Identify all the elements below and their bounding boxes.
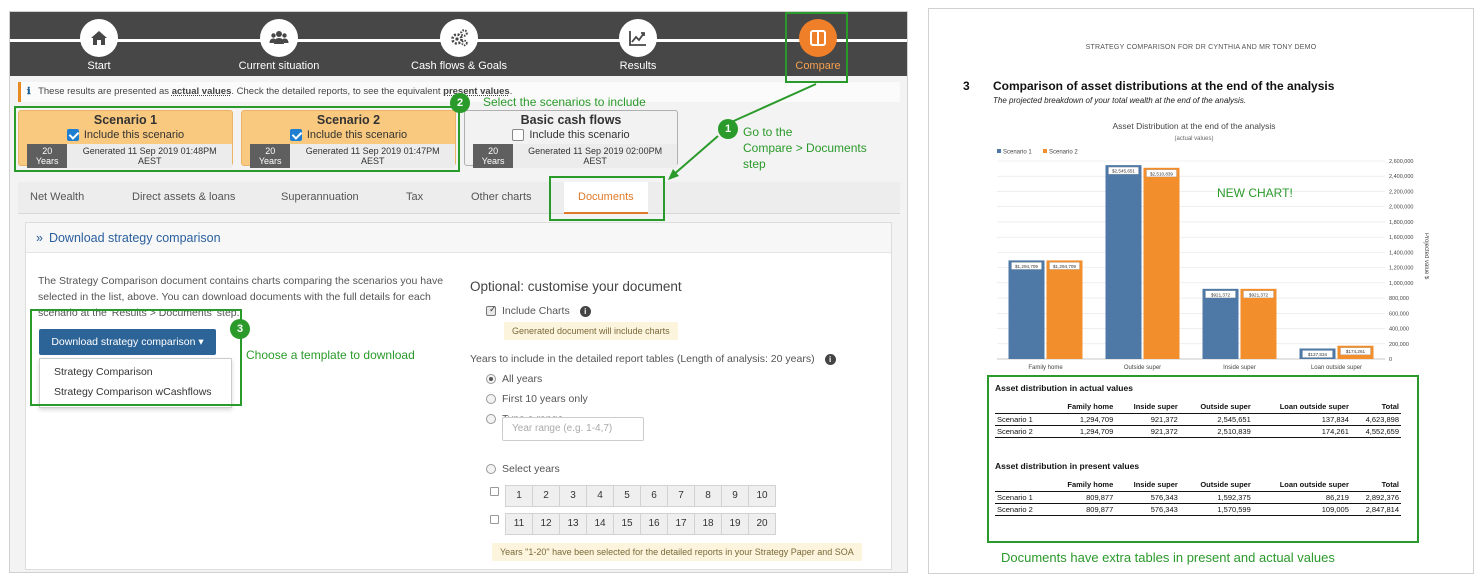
y-tick-label: 1,800,000 xyxy=(1389,220,1413,226)
bar-data-label: $174,261 xyxy=(1346,349,1366,354)
chart-subtitle: (actual values) xyxy=(1174,136,1213,142)
bar xyxy=(1046,260,1083,359)
chart-bars: $1,294,709 $1,294,709 $2,545,651 $2,510,839… xyxy=(1008,165,1374,359)
document-preview: STRATEGY COMPARISON FOR DR CYNTHIA AND M… xyxy=(928,8,1474,574)
y-tick-label: 0 xyxy=(1389,357,1392,363)
bar xyxy=(1008,260,1045,359)
people-icon xyxy=(260,19,298,57)
chart-title: Asset Distribution at the end of the ana… xyxy=(1112,121,1275,131)
y-tick-label: 1,200,000 xyxy=(1389,266,1413,272)
bar-data-label: $1,294,709 xyxy=(1053,264,1076,269)
x-tick-label: Loan outside super xyxy=(1311,365,1362,371)
chart-legend: Scenario 1 Scenario 2 xyxy=(997,149,1078,156)
legend-swatch xyxy=(997,149,1001,153)
gears-icon xyxy=(440,19,478,57)
y-tick-label: 200,000 xyxy=(1389,342,1409,348)
y-tick-label: 400,000 xyxy=(1389,327,1409,333)
y-tick-label: 1,000,000 xyxy=(1389,281,1413,287)
bar-data-label: $2,545,651 xyxy=(1112,169,1135,174)
home-icon xyxy=(80,19,118,57)
x-tick-label: Inside super xyxy=(1223,365,1256,371)
columns-icon xyxy=(799,19,837,57)
asset-distribution-chart: Asset Distribution at the end of the ana… xyxy=(997,121,1429,371)
bar xyxy=(1240,288,1277,359)
y-tick-label: 600,000 xyxy=(1389,311,1409,317)
bar-data-label: $921,372 xyxy=(1249,292,1269,297)
y-tick-label: 2,000,000 xyxy=(1389,205,1413,211)
y-tick-label: 2,200,000 xyxy=(1389,189,1413,195)
legend-label: Scenario 1 xyxy=(1003,150,1032,156)
bar-data-label: $137,834 xyxy=(1308,352,1328,357)
documents-annotation: Documents have extra tables in present a… xyxy=(1001,550,1335,565)
y-tick-label: 800,000 xyxy=(1389,296,1409,302)
bar-data-label: $921,372 xyxy=(1211,292,1231,297)
section-number: 3 xyxy=(963,79,970,93)
section-title: Comparison of asset distributions at the… xyxy=(993,79,1335,93)
bar xyxy=(1143,167,1180,359)
bar-data-label: $2,510,839 xyxy=(1150,171,1173,176)
chart-x-axis: Family home Outside super Inside super Loan… xyxy=(1028,365,1362,371)
y-tick-label: 2,600,000 xyxy=(1389,159,1413,165)
x-tick-label: Outside super xyxy=(1124,365,1161,371)
legend-swatch xyxy=(1043,149,1047,153)
chart-line-icon xyxy=(619,19,657,57)
bar xyxy=(1202,288,1239,359)
annotation-arrows xyxy=(668,83,817,180)
y-tick-label: 1,600,000 xyxy=(1389,235,1413,241)
bar-data-label: $1,294,709 xyxy=(1015,264,1038,269)
bar xyxy=(1105,165,1142,359)
legend-label: Scenario 2 xyxy=(1049,150,1078,156)
y-tick-label: 1,400,000 xyxy=(1389,250,1413,256)
chart-y-axis-label: Projected value $ xyxy=(1423,233,1429,280)
document-header: STRATEGY COMPARISON FOR DR CYNTHIA AND M… xyxy=(1085,44,1317,51)
chart-y-axis: 0 200,000 400,000 600,000 800,000 1,000,000 1,… xyxy=(1389,159,1413,363)
y-tick-label: 2,400,000 xyxy=(1389,174,1413,180)
new-chart-label: NEW CHART! xyxy=(1217,186,1293,200)
compare-app: Start Current situation Cash flows & Goa… xyxy=(9,11,908,573)
x-tick-label: Family home xyxy=(1028,365,1063,371)
section-subtitle: The projected breakdown of your total we… xyxy=(993,96,1247,105)
annotation-box-tables xyxy=(987,375,1419,543)
